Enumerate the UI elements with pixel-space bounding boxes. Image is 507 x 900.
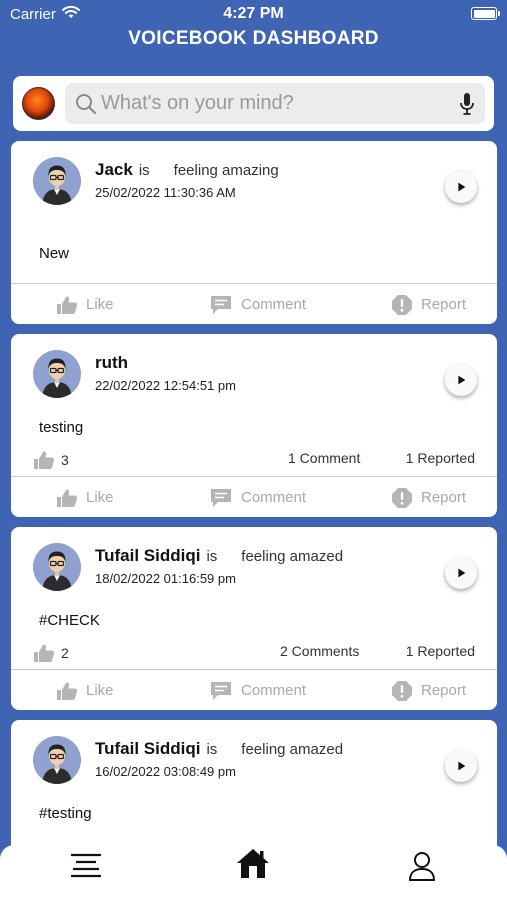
play-icon: [454, 180, 468, 194]
comment-button[interactable]: Comment: [209, 477, 306, 517]
post-card: Tufail Siddiqi is feeling amazed 18/02/202…: [11, 527, 497, 710]
play-icon: [454, 759, 468, 773]
like-button[interactable]: Like: [56, 477, 114, 517]
report-icon: [391, 680, 413, 702]
play-button[interactable]: [445, 750, 477, 782]
comment-icon: [209, 680, 233, 702]
comment-label: Comment: [241, 296, 307, 313]
menu-icon[interactable]: [70, 851, 102, 884]
like-label: Like: [86, 489, 114, 506]
post-is-label: is: [206, 548, 218, 565]
avatar[interactable]: [33, 157, 81, 205]
post-text: #CHECK: [39, 612, 100, 629]
report-label: Report: [421, 489, 467, 506]
post-actions: Like Comment Report: [11, 669, 497, 710]
like-icon: [56, 295, 78, 315]
avatar[interactable]: [33, 350, 81, 398]
post-is-label: is: [138, 162, 150, 179]
like-count-value: 2: [61, 645, 69, 661]
comment-label: Comment: [241, 489, 307, 506]
report-icon: [391, 294, 413, 316]
search-box[interactable]: [65, 83, 485, 124]
report-icon: [391, 487, 413, 509]
report-count: 1 Reported: [405, 643, 475, 659]
home-icon[interactable]: [236, 847, 270, 884]
post-text: testing: [39, 419, 84, 436]
post-card: Jack is feeling amazing 25/02/2022 11:30:3…: [11, 141, 497, 324]
post-card: ruth 22/02/2022 12:54:51 pm testing 3 1 …: [11, 334, 497, 517]
comment-button[interactable]: Comment: [209, 670, 306, 710]
like-icon: [56, 488, 78, 508]
post-date: 16/02/2022 03:08:49 pm: [95, 764, 236, 779]
comment-button[interactable]: Comment: [209, 284, 306, 324]
tab-bar: [0, 845, 507, 900]
post-stats: 3 1 Comment 1 Reported: [33, 450, 475, 470]
microphone-icon[interactable]: [459, 92, 475, 121]
status-time: 4:27 PM: [223, 5, 284, 22]
post-feeling: feeling amazing: [173, 162, 279, 179]
comment-label: Comment: [241, 682, 307, 699]
report-button[interactable]: Report: [391, 477, 466, 517]
user-avatar[interactable]: [22, 87, 55, 120]
like-icon: [56, 681, 78, 701]
post-date: 22/02/2022 12:54:51 pm: [95, 378, 236, 393]
post-username[interactable]: Tufail Siddiqi: [95, 739, 200, 758]
like-label: Like: [86, 296, 114, 313]
report-button[interactable]: Report: [391, 670, 466, 710]
post-username[interactable]: Jack: [95, 160, 133, 179]
post-text: New: [39, 245, 70, 262]
report-label: Report: [421, 296, 467, 313]
like-button[interactable]: Like: [56, 670, 114, 710]
like-button[interactable]: Like: [56, 284, 114, 324]
post-date: 18/02/2022 01:16:59 pm: [95, 571, 236, 586]
play-icon: [454, 566, 468, 580]
post-feeling: feeling amazed: [241, 548, 344, 565]
post-actions: Like Comment Report: [11, 283, 497, 324]
avatar[interactable]: [33, 543, 81, 591]
post-date: 25/02/2022 11:30:36 AM: [95, 185, 236, 200]
profile-icon[interactable]: [408, 851, 436, 886]
search-icon: [75, 93, 97, 120]
battery-icon: [471, 7, 500, 20]
post-is-label: is: [206, 741, 218, 758]
post-text: #testing: [39, 805, 92, 822]
play-icon: [454, 373, 468, 387]
like-count[interactable]: 3: [33, 450, 69, 470]
comment-count[interactable]: 2 Comments: [280, 643, 359, 659]
report-label: Report: [421, 682, 467, 699]
like-count[interactable]: 2: [33, 643, 69, 663]
like-count-value: 3: [61, 452, 69, 468]
comment-icon: [209, 294, 233, 316]
avatar[interactable]: [33, 736, 81, 784]
play-button[interactable]: [445, 364, 477, 396]
post-username[interactable]: Tufail Siddiqi: [95, 546, 200, 565]
comment-count[interactable]: 1 Comment: [288, 450, 360, 466]
post-stats: 2 2 Comments 1 Reported: [33, 643, 475, 663]
post-feeling: feeling amazed: [241, 741, 344, 758]
composer-card: [13, 76, 494, 131]
like-label: Like: [86, 682, 114, 699]
post-username[interactable]: ruth: [95, 353, 128, 372]
post-actions: Like Comment Report: [11, 476, 497, 517]
status-bar: Carrier 4:27 PM: [0, 0, 507, 28]
like-icon: [33, 643, 55, 663]
report-button[interactable]: Report: [391, 284, 466, 324]
play-button[interactable]: [445, 171, 477, 203]
page-title: VOICEBOOK DASHBOARD: [128, 28, 379, 49]
play-button[interactable]: [445, 557, 477, 589]
report-count: 1 Reported: [405, 450, 475, 466]
comment-icon: [209, 487, 233, 509]
search-input[interactable]: [101, 83, 441, 124]
like-icon: [33, 450, 55, 470]
